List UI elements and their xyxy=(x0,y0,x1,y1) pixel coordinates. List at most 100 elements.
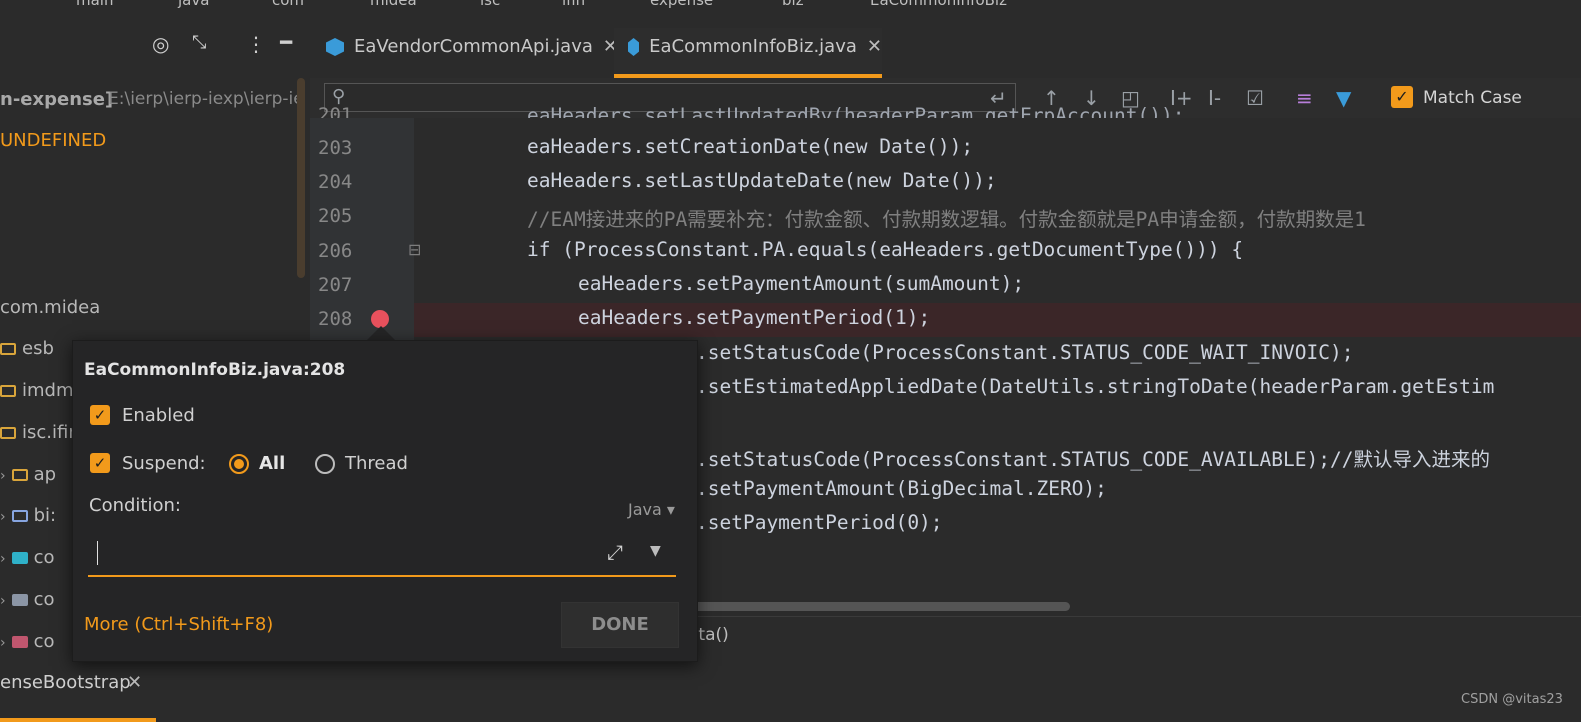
chevron-right-icon[interactable]: › xyxy=(0,468,6,484)
tree-item-ap[interactable]: › ap xyxy=(0,464,56,485)
horizontal-scrollbar[interactable] xyxy=(690,602,1070,611)
line-number: 205 xyxy=(318,205,353,227)
chevron-right-icon[interactable]: › xyxy=(0,635,6,651)
code-line[interactable]: .setStatusCode(ProcessConstant.STATUS_CO… xyxy=(696,443,1490,472)
package-folder-icon xyxy=(11,594,28,606)
chevron-right-icon[interactable]: › xyxy=(0,551,6,567)
tree-item-module[interactable]: › co xyxy=(0,631,55,652)
tree-item-com-midea[interactable]: com.midea xyxy=(0,297,100,318)
match-case-checkbox[interactable]: ✓ xyxy=(1391,86,1413,108)
suspend-all-label[interactable]: All xyxy=(259,453,285,474)
suspend-thread-radio[interactable] xyxy=(315,454,335,474)
tree-item-imdm[interactable]: imdm xyxy=(0,380,74,401)
enabled-label[interactable]: Enabled xyxy=(122,405,195,426)
suspend-all-radio[interactable] xyxy=(229,454,249,474)
line-number: 207 xyxy=(318,274,353,296)
more-link[interactable]: More (Ctrl+Shift+F8) xyxy=(84,614,273,635)
tree-item-label: co xyxy=(33,547,55,568)
code-line[interactable]: .setStatusCode(ProcessConstant.STATUS_CO… xyxy=(696,341,1353,364)
breadcrumb-item[interactable]: main xyxy=(76,0,113,9)
tab-ea-common-info-biz[interactable]: EaCommonInfoBiz.java ✕ xyxy=(614,28,882,78)
code-line[interactable]: if (ProcessConstant.PA.equals(eaHeaders.… xyxy=(527,238,1243,261)
java-class-icon xyxy=(628,38,640,56)
breadcrumb-item[interactable]: java xyxy=(178,0,209,9)
tree-item-label: co xyxy=(33,589,55,610)
text-caret xyxy=(97,541,98,565)
chevron-down-icon: ▾ xyxy=(666,500,675,519)
breadcrumb-item[interactable]: EaCommonInfoBiz xyxy=(870,0,1007,9)
code-line[interactable]: eaHeaders.setPaymentPeriod(1); xyxy=(578,306,930,329)
code-line[interactable]: .setPaymentPeriod(0); xyxy=(696,511,943,534)
select-all-occurrences-icon[interactable]: ☑ xyxy=(1246,86,1264,110)
project-scrollbar[interactable] xyxy=(297,78,305,278)
suspend-thread-label[interactable]: Thread xyxy=(345,453,408,474)
chevron-right-icon[interactable]: › xyxy=(0,509,6,525)
tree-item-label: bi: xyxy=(33,505,57,526)
tree-item-biz[interactable]: › bi: xyxy=(0,505,56,526)
tree-item-isc-ifin[interactable]: isc.ifin xyxy=(0,422,80,443)
breadcrumb-item[interactable]: expense xyxy=(650,0,713,9)
watermark: CSDN @vitas23 xyxy=(1461,692,1563,707)
enabled-checkbox[interactable]: ✓ xyxy=(90,405,110,425)
tree-item-config[interactable]: › co xyxy=(0,547,55,568)
language-selector[interactable]: Java ▾ xyxy=(628,500,675,519)
condition-input[interactable] xyxy=(88,535,676,577)
folder-icon xyxy=(0,427,16,439)
minimize-icon[interactable]: ━ xyxy=(280,30,292,54)
breadcrumb-item[interactable]: isc xyxy=(480,0,500,9)
condition-label: Condition: xyxy=(89,495,181,516)
popup-title: EaCommonInfoBiz.java:208 xyxy=(84,360,346,380)
code-line[interactable]: eaHeaders.setLastUpdatedBy(headerParam.g… xyxy=(527,104,1184,118)
tab-label: EaVendorCommonApi.java xyxy=(354,36,593,57)
breadcrumb-item[interactable]: midea xyxy=(370,0,417,9)
code-line[interactable]: eaHeaders.setCreationDate(new Date()); xyxy=(527,135,973,158)
done-button[interactable]: DONE xyxy=(561,602,679,648)
folder-icon xyxy=(11,469,28,481)
breadcrumb-item[interactable]: com xyxy=(272,0,304,9)
filter-options-icon[interactable]: ≡ xyxy=(1296,86,1313,110)
code-comment[interactable]: //EAM接进来的PA需要补充：付款金额、付款期数逻辑。付款金额就是PA申请金额… xyxy=(527,203,1366,232)
java-class-icon xyxy=(326,38,344,56)
locate-icon[interactable]: ◎ xyxy=(152,32,169,56)
tree-item-label: esb xyxy=(22,338,54,359)
close-icon[interactable]: ✕ xyxy=(127,672,142,693)
expand-icon[interactable]: ⤢ xyxy=(607,540,623,564)
project-root-prefix[interactable]: n-expense] xyxy=(0,89,113,110)
project-toolbar: ◎ ⤡ ⋮ ━ xyxy=(0,10,310,78)
run-tab-label[interactable]: enseBootstrap xyxy=(0,672,131,693)
tree-item-label: ap xyxy=(33,464,57,485)
history-dropdown-icon[interactable]: ▼ xyxy=(650,543,661,559)
module-folder-icon xyxy=(11,636,28,648)
filter-icon[interactable]: ▼ xyxy=(1336,86,1351,110)
breadcrumb-item[interactable]: ifin xyxy=(562,0,585,9)
code-line[interactable]: .setPaymentAmount(BigDecimal.ZERO); xyxy=(696,477,1107,500)
folder-icon xyxy=(0,343,16,355)
folder-icon xyxy=(0,385,16,397)
line-number: 204 xyxy=(318,171,353,193)
code-line[interactable]: eaHeaders.setLastUpdateDate(new Date()); xyxy=(527,169,997,192)
line-number: 206 xyxy=(318,240,353,262)
fold-icon[interactable]: ⊟ xyxy=(408,240,421,259)
more-vertical-icon[interactable]: ⋮ xyxy=(246,32,266,56)
language-label: Java xyxy=(628,500,662,519)
remove-occurrence-icon[interactable]: I- xyxy=(1208,86,1221,110)
tree-item-label: imdm xyxy=(22,380,74,401)
code-line[interactable]: .setEstimatedAppliedDate(DateUtils.strin… xyxy=(696,375,1494,398)
collapse-icon[interactable]: ⤡ xyxy=(192,32,206,53)
tree-item-label: com.midea xyxy=(0,297,101,318)
breadcrumb-item[interactable]: biz xyxy=(782,0,804,9)
line-number: 208 xyxy=(318,308,353,330)
line-number: 201 xyxy=(318,104,353,118)
popup-pointer xyxy=(366,326,396,341)
tree-item-esb[interactable]: esb xyxy=(0,338,54,359)
chevron-right-icon[interactable]: › xyxy=(0,593,6,609)
tree-item-package[interactable]: › co xyxy=(0,589,55,610)
tree-item-label: co xyxy=(33,631,55,652)
code-line[interactable]: eaHeaders.setPaymentAmount(sumAmount); xyxy=(578,272,1024,295)
suspend-label[interactable]: Suspend: xyxy=(122,453,206,474)
undefined-label: UNDEFINED xyxy=(0,130,107,151)
folder-icon xyxy=(11,510,28,522)
close-icon[interactable]: ✕ xyxy=(867,36,882,57)
match-case-label[interactable]: Match Case xyxy=(1423,88,1522,108)
suspend-checkbox[interactable]: ✓ xyxy=(90,453,110,473)
